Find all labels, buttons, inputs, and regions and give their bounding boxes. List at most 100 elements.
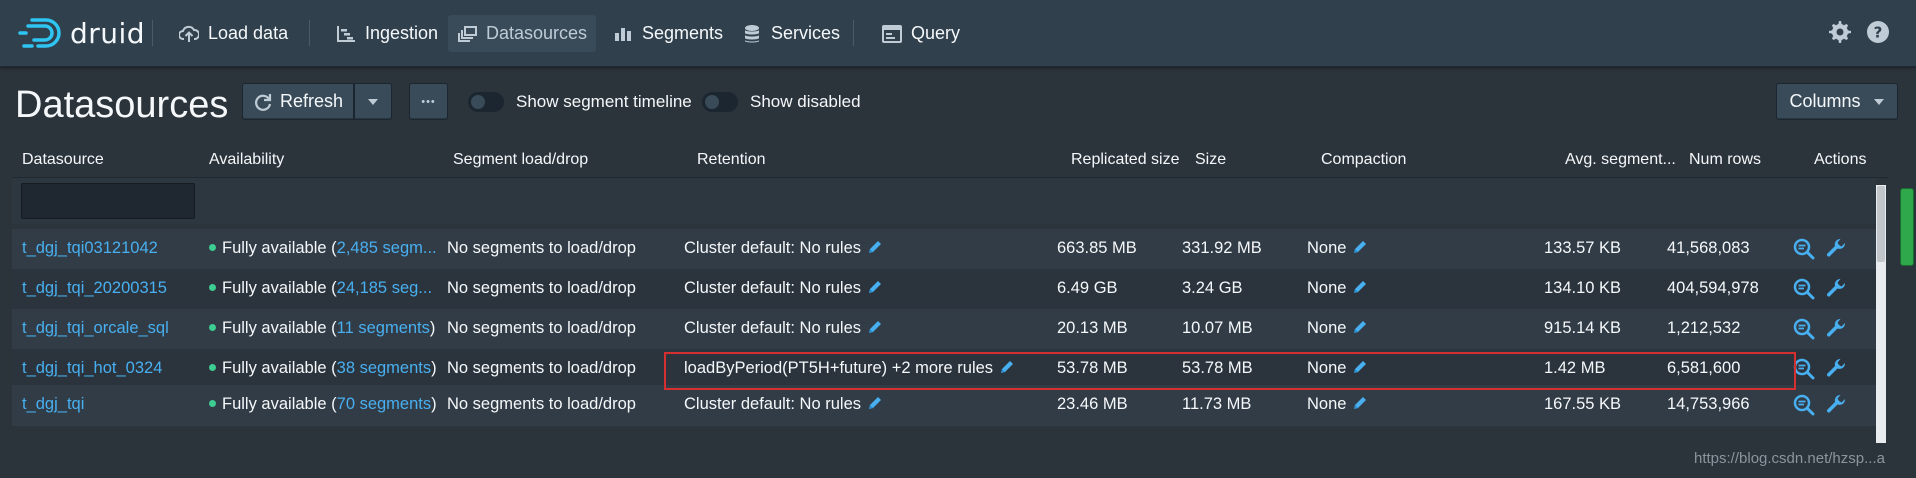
- wrench-icon[interactable]: [1825, 278, 1847, 300]
- header-segment-load-drop[interactable]: Segment load/drop: [453, 151, 588, 169]
- datasource-filter-input[interactable]: [21, 183, 195, 219]
- search-template-icon[interactable]: [1793, 318, 1815, 340]
- edit-compaction-icon[interactable]: [1352, 395, 1368, 411]
- header-retention[interactable]: Retention: [697, 151, 766, 169]
- toggle-switch[interactable]: [468, 92, 504, 112]
- header-avg-segment[interactable]: Avg. segment...: [1565, 151, 1676, 169]
- load-drop-cell: No segments to load/drop: [447, 359, 636, 377]
- wrench-icon[interactable]: [1825, 238, 1847, 260]
- edit-retention-icon[interactable]: [867, 319, 883, 335]
- compaction-text: None: [1307, 279, 1347, 297]
- gear-icon[interactable]: [1828, 20, 1852, 44]
- datasource-name-link[interactable]: t_dgj_tqi03121042: [22, 239, 158, 258]
- table-scrollbar-thumb[interactable]: [1877, 186, 1885, 262]
- filter-row: [12, 178, 1876, 224]
- wrench-icon[interactable]: [1825, 358, 1847, 380]
- compaction-cell: None: [1307, 279, 1368, 298]
- segments-link[interactable]: 11 segments: [337, 319, 430, 337]
- nav-services[interactable]: Services: [731, 15, 850, 52]
- edit-retention-icon[interactable]: [867, 395, 883, 411]
- avg-segment-cell: 1.42 MB: [1544, 359, 1606, 377]
- header-size[interactable]: Size: [1195, 151, 1226, 169]
- load-drop-cell: No segments to load/drop: [447, 239, 636, 257]
- nav-datasources[interactable]: Datasources: [448, 15, 596, 52]
- datasource-name-link[interactable]: t_dgj_tqi_hot_0324: [22, 359, 162, 378]
- wrench-icon[interactable]: [1825, 394, 1847, 416]
- show-disabled-toggle[interactable]: Show disabled: [702, 90, 861, 114]
- help-icon[interactable]: ?: [1866, 20, 1890, 44]
- header-availability[interactable]: Availability: [209, 151, 284, 169]
- nav-divider: [853, 20, 854, 46]
- availability-cell: Fully available (11 segments): [209, 319, 435, 338]
- compaction-cell: None: [1307, 359, 1368, 378]
- watermark: https://blog.csdn.net/hzsp...a: [1694, 450, 1885, 467]
- size-cell: 331.92 MB: [1182, 239, 1262, 257]
- datasource-name-link[interactable]: t_dgj_tqi_20200315: [22, 279, 167, 298]
- retention-cell: Cluster default: No rules: [684, 279, 883, 298]
- nav-label: Segments: [642, 23, 724, 43]
- availability-suffix: ): [431, 395, 437, 413]
- status-dot: [209, 324, 216, 332]
- num-rows-cell: 14,753,966: [1667, 395, 1750, 413]
- search-template-icon[interactable]: [1793, 394, 1815, 416]
- page-scrollbar-thumb[interactable]: [1900, 188, 1914, 266]
- header-replicated-size[interactable]: Replicated size: [1071, 151, 1180, 169]
- edit-compaction-icon[interactable]: [1352, 319, 1368, 335]
- header-num-rows[interactable]: Num rows: [1689, 151, 1761, 169]
- nav-segments[interactable]: Segments: [602, 15, 733, 52]
- segments-link[interactable]: 38 segments: [337, 359, 431, 377]
- edit-retention-icon[interactable]: [867, 239, 883, 255]
- header-datasource[interactable]: Datasource: [22, 151, 104, 169]
- datasource-name-link[interactable]: t_dgj_tqi: [22, 395, 84, 414]
- availability-text: Fully available (: [222, 359, 337, 377]
- status-dot: [209, 284, 216, 292]
- edit-compaction-icon[interactable]: [1352, 359, 1368, 375]
- stacked-chart-icon: [612, 23, 634, 45]
- compaction-text: None: [1307, 239, 1347, 257]
- replicated-size-cell: 53.78 MB: [1057, 359, 1128, 377]
- segments-link[interactable]: 24,185 seg...: [337, 279, 432, 297]
- replicated-size-cell: 23.46 MB: [1057, 395, 1128, 413]
- availability-text: Fully available (: [222, 279, 337, 297]
- more-options-button[interactable]: •••: [409, 83, 448, 120]
- edit-compaction-icon[interactable]: [1352, 239, 1368, 255]
- toggle-switch[interactable]: [702, 92, 738, 112]
- nav-query[interactable]: Query: [871, 15, 970, 52]
- nav-label: Services: [771, 23, 841, 43]
- nav-ingestion[interactable]: Ingestion: [325, 15, 448, 52]
- search-template-icon[interactable]: [1793, 358, 1815, 380]
- datasource-name-link[interactable]: t_dgj_tqi_orcale_sql: [22, 319, 169, 338]
- compaction-text: None: [1307, 359, 1347, 377]
- replicated-size-cell: 663.85 MB: [1057, 239, 1137, 257]
- status-dot: [209, 244, 216, 252]
- druid-logo[interactable]: druid: [18, 14, 145, 52]
- segments-link[interactable]: 2,485 segm...: [337, 239, 437, 257]
- edit-compaction-icon[interactable]: [1352, 279, 1368, 295]
- segments-link[interactable]: 70 segments: [337, 395, 431, 413]
- replicated-size-cell: 6.49 GB: [1057, 279, 1118, 297]
- nav-load-data[interactable]: Load data: [168, 15, 298, 52]
- nav-divider: [309, 20, 310, 46]
- wrench-icon[interactable]: [1825, 318, 1847, 340]
- caret-down-icon: [368, 98, 378, 105]
- search-template-icon[interactable]: [1793, 238, 1815, 260]
- table-row: t_dgj_tqi_hot_0324 Fully available (38 se…: [12, 349, 1876, 390]
- refresh-dropdown-button[interactable]: [354, 83, 392, 120]
- toggle-label: Show disabled: [750, 92, 861, 111]
- retention-text: Cluster default: No rules: [684, 279, 861, 297]
- availability-text: Fully available (: [222, 239, 337, 257]
- search-template-icon[interactable]: [1793, 278, 1815, 300]
- load-drop-cell: No segments to load/drop: [447, 395, 636, 413]
- compaction-text: None: [1307, 395, 1347, 413]
- columns-label: Columns: [1789, 91, 1861, 111]
- refresh-button[interactable]: Refresh: [242, 83, 354, 120]
- retention-cell: Cluster default: No rules: [684, 395, 883, 414]
- compaction-text: None: [1307, 319, 1347, 337]
- edit-retention-icon[interactable]: [867, 279, 883, 295]
- columns-button[interactable]: Columns: [1776, 83, 1898, 120]
- show-segment-timeline-toggle[interactable]: Show segment timeline: [468, 90, 692, 114]
- edit-retention-icon[interactable]: [999, 359, 1015, 375]
- nav-label: Load data: [208, 23, 289, 43]
- avg-segment-cell: 167.55 KB: [1544, 395, 1622, 413]
- header-compaction[interactable]: Compaction: [1321, 151, 1406, 169]
